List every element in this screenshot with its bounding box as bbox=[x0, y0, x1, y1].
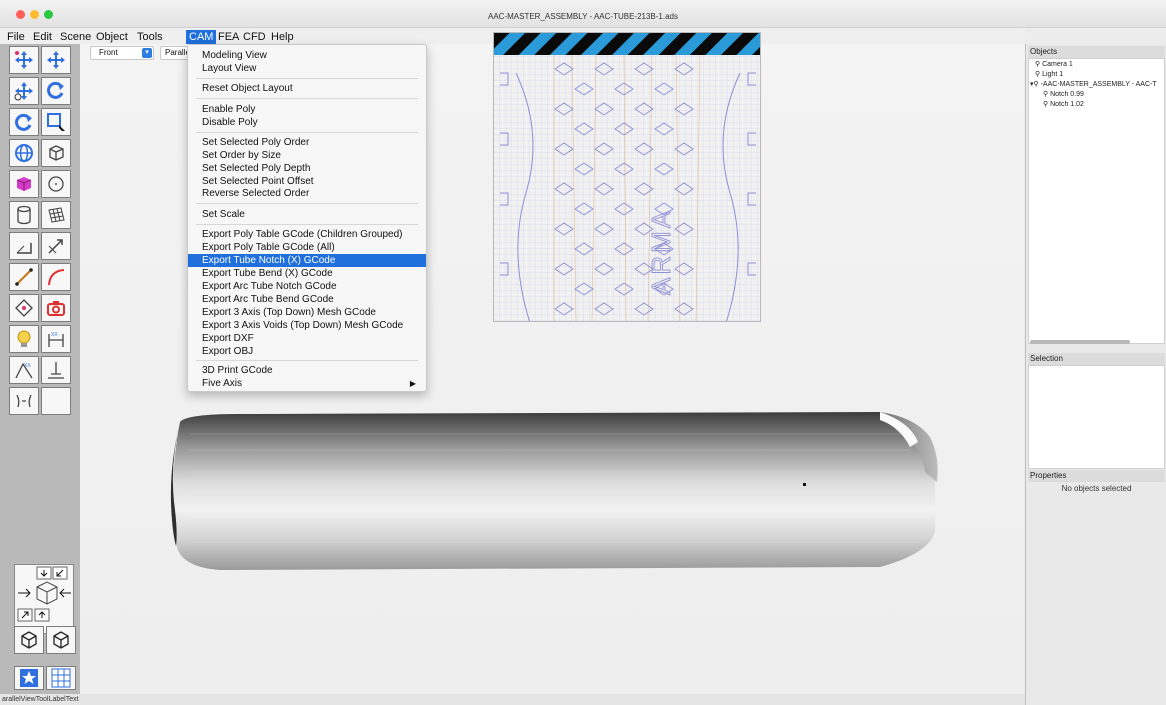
notch-pattern-preview: ARMA bbox=[493, 32, 761, 322]
menu-item-export-obj[interactable]: Export OBJ bbox=[188, 345, 426, 358]
objects-panel-title: Objects bbox=[1028, 46, 1165, 58]
preview-watermark: ARMA bbox=[646, 208, 676, 295]
menu-separator bbox=[196, 132, 418, 133]
grid-mesh-icon[interactable] bbox=[41, 201, 71, 229]
menu-item-reset-object-layout[interactable]: Reset Object Layout bbox=[188, 82, 426, 95]
menu-item-set-order-by-size[interactable]: Set Order by Size bbox=[188, 149, 426, 162]
corner-icon[interactable] bbox=[9, 232, 39, 260]
wireframe-cube-icon[interactable] bbox=[14, 626, 44, 654]
spline-icon[interactable] bbox=[9, 387, 39, 415]
tool-palette: XX XX bbox=[0, 44, 80, 694]
menu-cfd[interactable]: CFD bbox=[240, 30, 269, 44]
five-axis-label: Five Axis bbox=[202, 378, 243, 389]
text-icon[interactable] bbox=[41, 356, 71, 384]
menu-object[interactable]: Object bbox=[93, 30, 131, 44]
notch-pattern-drawing: ARMA bbox=[494, 33, 760, 321]
menu-fea[interactable]: FEA bbox=[215, 30, 242, 44]
tree-item-light[interactable]: ⚲ Light 1 bbox=[1035, 70, 1063, 78]
menu-separator bbox=[196, 203, 418, 204]
menu-item-export-poly-table-all[interactable]: Export Poly Table GCode (All) bbox=[188, 241, 426, 254]
menu-tools[interactable]: Tools bbox=[134, 30, 166, 44]
menu-item-set-scale[interactable]: Set Scale bbox=[188, 208, 426, 221]
menu-item-layout-view[interactable]: Layout View bbox=[188, 62, 426, 75]
menu-item-set-selected-poly-depth[interactable]: Set Selected Poly Depth bbox=[188, 162, 426, 175]
menu-separator bbox=[196, 98, 418, 99]
menu-item-disable-poly[interactable]: Disable Poly bbox=[188, 116, 426, 129]
move-icon[interactable] bbox=[9, 46, 39, 74]
menu-edit[interactable]: Edit bbox=[30, 30, 55, 44]
window-title: AAC-MASTER_ASSEMBLY - AAC-TUBE-213B-1.ad… bbox=[488, 12, 678, 21]
menu-item-3d-print-gcode[interactable]: 3D Print GCode bbox=[188, 364, 426, 377]
select-rect-icon[interactable] bbox=[41, 108, 71, 136]
menu-cam[interactable]: CAM bbox=[186, 30, 217, 44]
empty-tool-slot bbox=[41, 387, 71, 415]
sphere-icon[interactable] bbox=[41, 170, 71, 198]
globe-icon[interactable] bbox=[9, 139, 39, 167]
menu-item-five-axis[interactable]: Five Axis ▶ bbox=[188, 377, 426, 390]
rotate-view-icon[interactable] bbox=[9, 108, 39, 136]
menu-item-export-tube-notch[interactable]: Export Tube Notch (X) GCode bbox=[188, 254, 426, 267]
view-direction-select[interactable]: Front ▾ bbox=[90, 46, 154, 60]
camera-icon[interactable] bbox=[41, 294, 71, 322]
bulb-icon[interactable] bbox=[9, 325, 39, 353]
tree-item-camera[interactable]: ⚲ Camera 1 bbox=[1035, 60, 1073, 68]
menu-item-export-tube-bend[interactable]: Export Tube Bend (X) GCode bbox=[188, 267, 426, 280]
menu-item-export-3-axis-mesh[interactable]: Export 3 Axis (Top Down) Mesh GCode bbox=[188, 306, 426, 319]
menu-item-export-3-axis-voids-mesh[interactable]: Export 3 Axis Voids (Top Down) Mesh GCod… bbox=[188, 319, 426, 332]
arrow-expand-icon[interactable] bbox=[41, 232, 71, 260]
view-direction-value: Front bbox=[99, 48, 118, 57]
menu-help[interactable]: Help bbox=[268, 30, 297, 44]
menu-item-export-arc-tube-notch[interactable]: Export Arc Tube Notch GCode bbox=[188, 280, 426, 293]
star-icon[interactable] bbox=[14, 666, 44, 690]
submenu-arrow-icon: ▶ bbox=[409, 379, 416, 388]
menu-item-export-dxf[interactable]: Export DXF bbox=[188, 332, 426, 345]
menu-separator bbox=[196, 224, 418, 225]
menu-file[interactable]: File bbox=[4, 30, 28, 44]
title-bar: AAC-MASTER_ASSEMBLY - AAC-TUBE-213B-1.ad… bbox=[0, 0, 1166, 28]
selection-panel-title: Selection bbox=[1028, 353, 1165, 365]
app-window: AAC-MASTER_ASSEMBLY - AAC-TUBE-213B-1.ad… bbox=[0, 0, 1166, 705]
menu-scene[interactable]: Scene bbox=[57, 30, 94, 44]
arc-icon[interactable] bbox=[41, 263, 71, 291]
point-icon[interactable] bbox=[9, 294, 39, 322]
properties-empty-message: No objects selected bbox=[1061, 484, 1132, 493]
menu-item-enable-poly[interactable]: Enable Poly bbox=[188, 103, 426, 116]
right-side-panel: Objects ⚲ Camera 1 ⚲ Light 1 ▾⚲ -AAC-MAS… bbox=[1025, 44, 1166, 705]
cylinder-icon[interactable] bbox=[9, 201, 39, 229]
move-xyz-icon[interactable] bbox=[9, 77, 39, 105]
menu-item-export-arc-tube-bend[interactable]: Export Arc Tube Bend GCode bbox=[188, 293, 426, 306]
properties-panel-title: Properties bbox=[1028, 470, 1165, 482]
magenta-cube-icon[interactable] bbox=[9, 170, 39, 198]
menu-item-modeling-view[interactable]: Modeling View bbox=[188, 49, 426, 62]
menu-item-export-poly-table-grouped[interactable]: Export Poly Table GCode (Children Groupe… bbox=[188, 228, 426, 241]
menu-separator bbox=[196, 360, 418, 361]
svg-text:XX: XX bbox=[51, 332, 58, 338]
move-axis-icon[interactable] bbox=[41, 46, 71, 74]
objects-scrollbar[interactable] bbox=[1030, 340, 1130, 344]
angle-icon[interactable]: XX bbox=[9, 356, 39, 384]
line-icon[interactable] bbox=[9, 263, 39, 291]
svg-text:XX: XX bbox=[24, 363, 31, 369]
tree-item-notch-1-02[interactable]: ⚲ Notch 1.02 bbox=[1043, 100, 1084, 108]
cursor-point bbox=[803, 483, 806, 486]
solid-cube-icon[interactable] bbox=[46, 626, 76, 654]
status-bar: arallelViewToolLabelText bbox=[0, 694, 1025, 705]
objects-tree[interactable]: ⚲ Camera 1 ⚲ Light 1 ▾⚲ -AAC-MASTER_ASSE… bbox=[1028, 58, 1165, 344]
dimension-icon[interactable]: XX bbox=[41, 325, 71, 353]
menu-item-set-selected-poly-order[interactable]: Set Selected Poly Order bbox=[188, 136, 426, 149]
menu-item-reverse-selected-order[interactable]: Reverse Selected Order bbox=[188, 187, 426, 200]
view-navigation-cube[interactable] bbox=[14, 564, 74, 634]
menu-separator bbox=[196, 78, 418, 79]
cube-icon[interactable] bbox=[41, 139, 71, 167]
grid-layout-icon[interactable] bbox=[46, 666, 76, 690]
tree-item-notch-0-99[interactable]: ⚲ Notch 0.99 bbox=[1043, 90, 1084, 98]
tree-item-assembly[interactable]: ▾⚲ -AAC-MASTER_ASSEMBLY - AAC-T bbox=[1030, 80, 1157, 88]
cam-menu: Modeling View Layout View Reset Object L… bbox=[187, 44, 427, 392]
selection-list[interactable] bbox=[1028, 365, 1165, 469]
chevron-down-icon: ▾ bbox=[142, 48, 152, 58]
rotate-icon[interactable] bbox=[41, 77, 71, 105]
